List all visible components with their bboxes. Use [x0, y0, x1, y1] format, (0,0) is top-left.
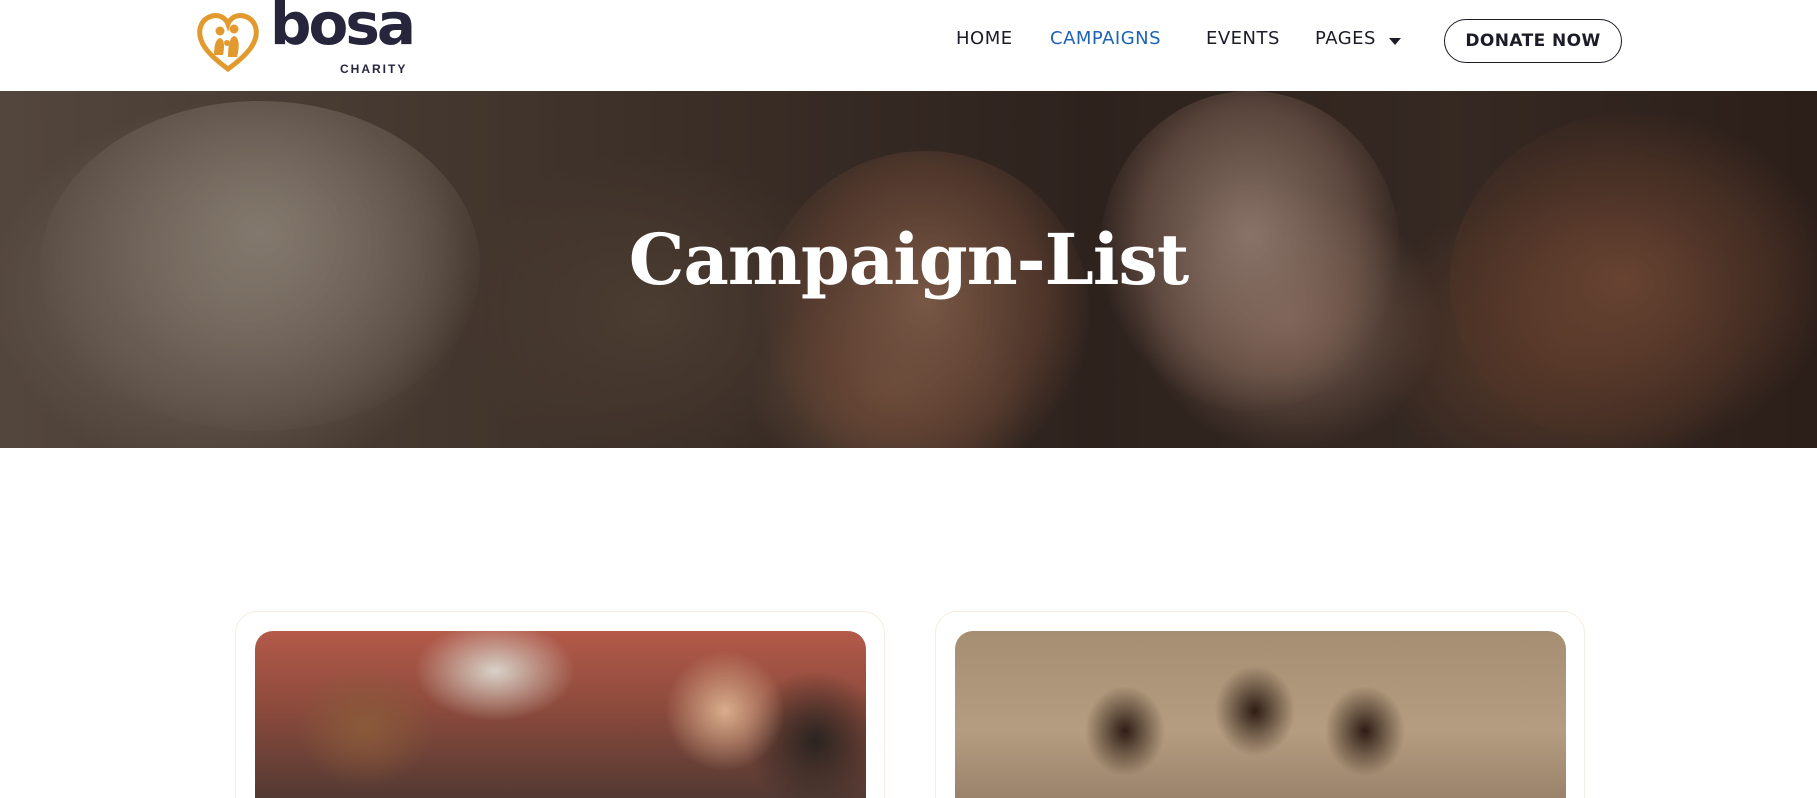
hero-banner: Campaign-List — [0, 91, 1817, 448]
nav-item-home[interactable]: HOME — [956, 28, 1013, 49]
chevron-down-icon[interactable] — [1389, 38, 1401, 45]
nav-item-campaigns[interactable]: CAMPAIGNS — [1050, 28, 1161, 49]
campaign-image[interactable] — [255, 631, 866, 798]
heart-family-icon — [197, 13, 259, 73]
site-header: bosa CHARITY HOME CAMPAIGNS EVENTS PAGES… — [0, 0, 1817, 91]
brand-subtitle: CHARITY — [340, 62, 408, 76]
nav-item-pages[interactable]: PAGES — [1315, 28, 1376, 49]
page-title: Campaign-List — [628, 218, 1189, 301]
campaign-card[interactable] — [235, 611, 885, 798]
donate-now-button[interactable]: DONATE NOW — [1444, 19, 1622, 63]
nav-item-events[interactable]: EVENTS — [1206, 28, 1280, 49]
campaign-image[interactable] — [955, 631, 1566, 798]
campaign-card[interactable] — [935, 611, 1585, 798]
brand-logo[interactable]: bosa CHARITY — [196, 0, 416, 76]
brand-name: bosa — [270, 0, 416, 58]
